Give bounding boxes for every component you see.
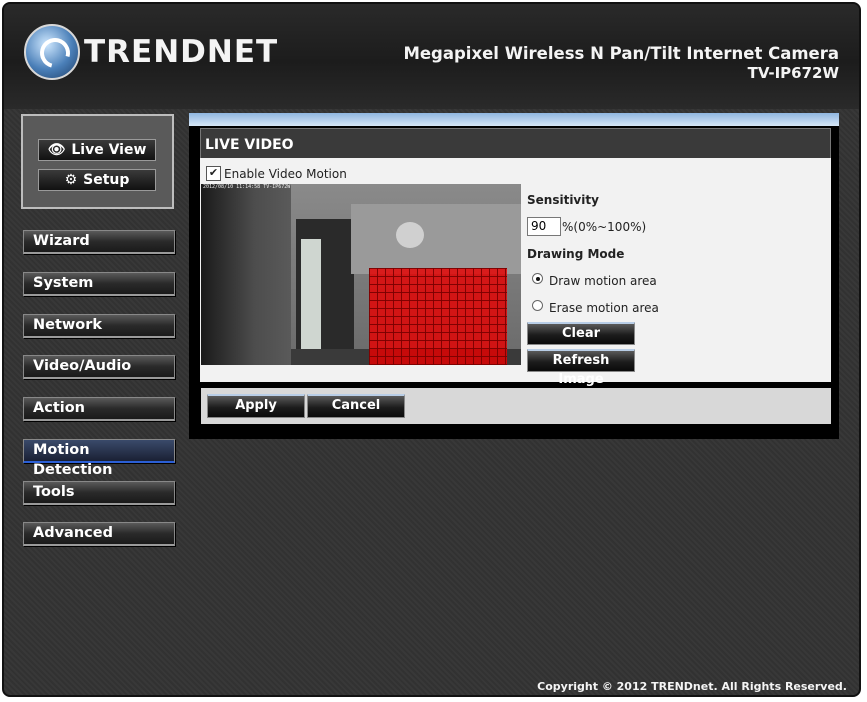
erase-area-label: Erase motion area <box>549 301 659 315</box>
sidebar-item-motion-detection[interactable]: Motion Detection <box>23 439 175 478</box>
video-timestamp: 2012/08/10 11:14:58 TV-IP672W <box>203 184 291 190</box>
live-view-button[interactable]: 👁 Live View <box>38 139 156 161</box>
live-view-label: Live View <box>71 142 147 158</box>
enable-motion-label: Enable Video Motion <box>224 166 347 181</box>
model-name: TV-IP672W <box>747 64 839 82</box>
draw-area-label: Draw motion area <box>549 274 657 288</box>
setup-label: Setup <box>83 172 130 188</box>
enable-motion-checkbox[interactable]: ✔ Enable Video Motion <box>206 166 347 181</box>
erase-area-radio[interactable] <box>532 300 543 311</box>
gears-icon: ⚙ <box>64 172 78 188</box>
brand-logo-text: TRENDNET <box>84 34 279 70</box>
section-title: LIVE VIDEO <box>200 128 831 158</box>
product-title: Megapixel Wireless N Pan/Tilt Internet C… <box>403 44 839 63</box>
eye-icon: 👁 <box>47 142 66 158</box>
live-video-canvas[interactable]: 2012/08/10 11:14:58 TV-IP672W <box>201 184 521 365</box>
motion-area-grid[interactable] <box>369 268 507 365</box>
sidebar-item-wizard[interactable]: Wizard <box>23 230 175 254</box>
drawing-mode-label: Drawing Mode <box>527 247 625 261</box>
refresh-image-button[interactable]: Refresh Image <box>527 349 635 387</box>
sidebar-item-video-audio[interactable]: Video/Audio <box>23 355 175 379</box>
sensitivity-input[interactable]: 90 <box>527 217 561 236</box>
sidebar-item-network[interactable]: Network <box>23 314 175 338</box>
checkbox-check-icon[interactable]: ✔ <box>206 166 221 181</box>
sensitivity-range: %(0%~100%) <box>562 220 647 234</box>
video-left-wall <box>201 184 291 365</box>
content-top-bar <box>189 113 839 126</box>
video-window <box>301 239 321 349</box>
video-lamp <box>396 222 424 248</box>
clear-button[interactable]: Clear <box>527 322 635 345</box>
sidebar-top-box: 👁 Live View ⚙ Setup <box>21 114 174 209</box>
sidebar-item-tools[interactable]: Tools <box>23 481 175 505</box>
sidebar-item-advanced[interactable]: Advanced <box>23 522 175 546</box>
sensitivity-label: Sensitivity <box>527 193 599 207</box>
apply-button[interactable]: Apply <box>207 394 305 418</box>
cancel-button[interactable]: Cancel <box>307 394 405 418</box>
setup-button[interactable]: ⚙ Setup <box>38 169 156 191</box>
copyright-footer: Copyright © 2012 TRENDnet. All Rights Re… <box>537 680 847 693</box>
header: TRENDNET Megapixel Wireless N Pan/Tilt I… <box>4 4 859 109</box>
sidebar-item-system[interactable]: System <box>23 272 175 296</box>
video-back-wall <box>351 204 521 274</box>
sidebar-item-action[interactable]: Action <box>23 397 175 421</box>
trendnet-logo-icon <box>24 24 80 80</box>
draw-area-radio[interactable] <box>532 273 543 284</box>
